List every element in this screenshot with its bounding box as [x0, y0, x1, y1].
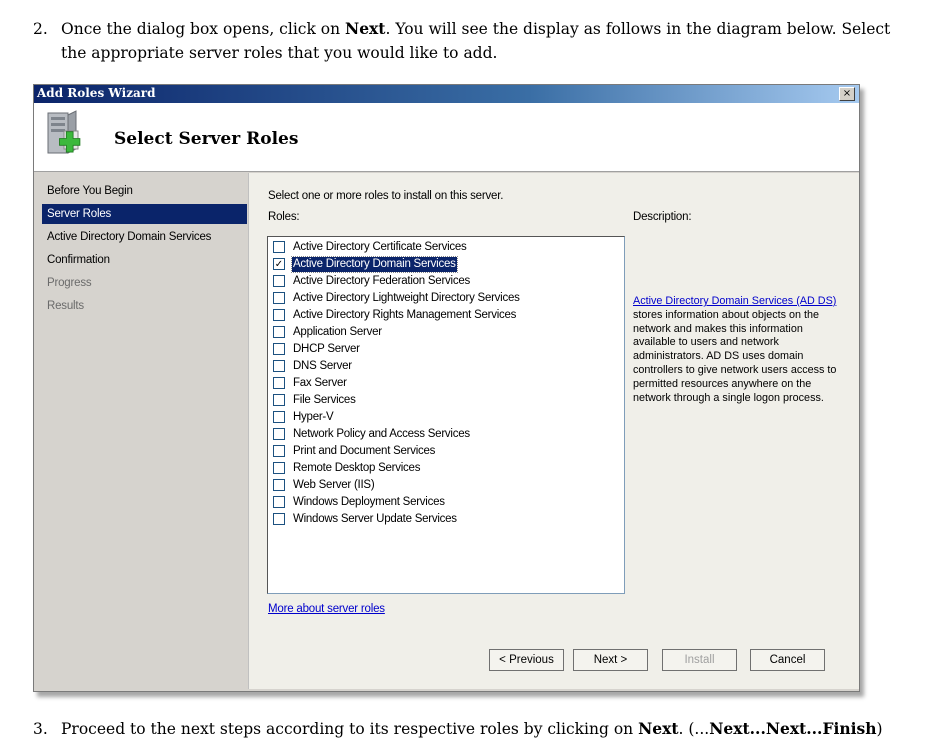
role-label: DNS Server	[293, 360, 352, 372]
role-checkbox[interactable]	[273, 394, 285, 406]
install-button: Install	[662, 649, 737, 671]
role-row[interactable]: Print and Document Services	[273, 443, 613, 460]
role-label: Print and Document Services	[293, 445, 436, 457]
nav-item[interactable]: Before You Begin	[42, 181, 247, 201]
step-text: Proceed to the next steps according to i…	[61, 717, 883, 741]
role-row[interactable]: Active Directory Rights Management Servi…	[273, 307, 613, 324]
step-text-part: . You will see the display as follows in…	[385, 20, 891, 38]
role-checkbox[interactable]	[273, 462, 285, 474]
role-label: Active Directory Federation Services	[293, 275, 470, 287]
role-label: Active Directory Rights Management Servi…	[293, 309, 517, 321]
role-checkbox[interactable]	[273, 411, 285, 423]
role-label: Active Directory Lightweight Directory S…	[293, 292, 520, 304]
step-text: Once the dialog box opens, click on Next…	[61, 17, 890, 65]
description-body: stores information about objects on the …	[633, 308, 837, 404]
role-row[interactable]: Application Server	[273, 324, 613, 341]
role-label: DHCP Server	[293, 343, 360, 355]
next-button[interactable]: Next >	[573, 649, 648, 671]
role-label: Active Directory Certificate Services	[293, 241, 467, 253]
role-row[interactable]: Windows Server Update Services	[273, 511, 613, 528]
close-button[interactable]: ×	[839, 87, 855, 101]
role-label: Windows Server Update Services	[293, 513, 457, 525]
role-label: Network Policy and Access Services	[293, 428, 470, 440]
nav-item: Results	[47, 300, 84, 312]
wizard-nav: Before You Begin Server Roles Active Direc…	[34, 173, 248, 689]
role-label: Windows Deployment Services	[293, 496, 445, 508]
roles-listbox[interactable]: Active Directory Certificate Services ✓ Ac…	[267, 236, 625, 594]
step-number: 2.	[33, 20, 48, 38]
nav-item[interactable]: Confirmation	[42, 250, 247, 270]
step-2-instruction: 2. Once the dialog box opens, click on N…	[33, 17, 913, 67]
role-label: File Services	[293, 394, 356, 406]
nav-item[interactable]: Active Directory Domain Services	[42, 227, 247, 247]
wizard-content: Select one or more roles to install on t…	[248, 173, 859, 689]
nav-item: Progress	[47, 277, 92, 289]
role-row[interactable]: Web Server (IIS)	[273, 477, 613, 494]
step-text-part: Once the dialog box opens, click on	[61, 20, 346, 38]
description-label: Description:	[633, 211, 692, 223]
role-checkbox[interactable]	[273, 377, 285, 389]
role-checkbox[interactable]	[273, 343, 285, 355]
add-roles-wizard-dialog: Add Roles Wizard × Select Server Roles B…	[33, 84, 860, 692]
role-checkbox[interactable]	[273, 292, 285, 304]
role-checkbox[interactable]	[273, 428, 285, 440]
role-label: Remote Desktop Services	[293, 462, 421, 474]
more-about-roles-link[interactable]: More about server roles	[268, 603, 385, 615]
role-checkbox[interactable]	[273, 326, 285, 338]
role-row[interactable]: Network Policy and Access Services	[273, 426, 613, 443]
role-row[interactable]: Active Directory Lightweight Directory S…	[273, 290, 613, 307]
nav-item[interactable]: Server Roles	[42, 204, 247, 224]
title-bar[interactable]: Add Roles Wizard ×	[34, 85, 859, 103]
role-checkbox[interactable]	[273, 241, 285, 253]
role-checkbox[interactable]: ✓	[273, 258, 285, 270]
step-bold-next: Next	[345, 19, 386, 38]
role-row[interactable]: Remote Desktop Services	[273, 460, 613, 477]
role-checkbox[interactable]	[273, 513, 285, 525]
step-text-part: Proceed to the next steps according to i…	[61, 720, 639, 738]
role-checkbox[interactable]	[273, 445, 285, 457]
step-text-part: . (...	[678, 720, 710, 738]
role-row[interactable]: Windows Deployment Services	[273, 494, 613, 511]
step-number: 3.	[33, 720, 48, 738]
step-bold-sequence: Next...Next...Finish	[709, 719, 877, 738]
role-checkbox[interactable]	[273, 360, 285, 372]
role-row[interactable]: Active Directory Federation Services	[273, 273, 613, 290]
role-checkbox[interactable]	[273, 309, 285, 321]
role-label: Hyper-V	[293, 411, 334, 423]
step-text-part: )	[876, 720, 883, 738]
role-checkbox[interactable]	[273, 479, 285, 491]
role-label: Active Directory Domain Services	[291, 256, 458, 273]
window-title: Add Roles Wizard	[37, 86, 156, 100]
step-3-instruction: 3. Proceed to the next steps according t…	[33, 717, 913, 743]
role-checkbox[interactable]	[273, 275, 285, 287]
role-row[interactable]: Fax Server	[273, 375, 613, 392]
role-row[interactable]: Hyper-V	[273, 409, 613, 426]
description-link[interactable]: Active Directory Domain Services (AD DS)	[633, 295, 836, 307]
role-label: Application Server	[293, 326, 382, 338]
server-add-role-icon	[47, 110, 81, 154]
page-heading: Select Server Roles	[114, 129, 299, 149]
role-checkbox[interactable]	[273, 496, 285, 508]
step-text-line2: the appropriate server roles that you wo…	[61, 44, 498, 62]
role-row[interactable]: DNS Server	[273, 358, 613, 375]
description-text: Active Directory Domain Services (AD DS)…	[633, 295, 848, 405]
instruction-text: Select one or more roles to install on t…	[268, 190, 504, 202]
role-row[interactable]: Active Directory Certificate Services	[273, 239, 613, 256]
role-row[interactable]: DHCP Server	[273, 341, 613, 358]
role-row[interactable]: File Services	[273, 392, 613, 409]
cancel-button[interactable]: Cancel	[750, 649, 825, 671]
previous-button[interactable]: < Previous	[489, 649, 564, 671]
step-bold-next: Next	[638, 719, 679, 738]
wizard-header: Select Server Roles	[34, 103, 859, 172]
role-label: Web Server (IIS)	[293, 479, 375, 491]
roles-label: Roles:	[268, 211, 300, 223]
role-row[interactable]: ✓ Active Directory Domain Services	[273, 256, 613, 273]
role-label: Fax Server	[293, 377, 347, 389]
